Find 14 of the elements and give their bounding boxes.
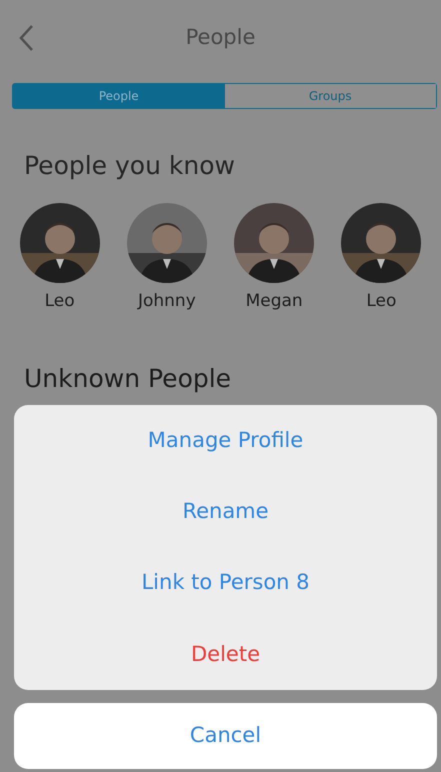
section-heading: People you know	[24, 151, 235, 180]
screen-title: People	[186, 24, 256, 52]
person-name: Megan	[246, 290, 303, 312]
sheet-action[interactable]: Link to Person 8	[14, 548, 437, 619]
person-name: Johnny	[138, 290, 196, 312]
section-heading: Unknown People	[24, 364, 232, 393]
delete-action[interactable]: Delete	[14, 618, 437, 690]
back-icon[interactable]	[18, 24, 34, 52]
sheet-action[interactable]: Manage Profile	[14, 405, 437, 476]
segment-tab[interactable]: People	[13, 84, 224, 108]
cancel-button[interactable]: Cancel	[14, 703, 437, 769]
person-name: Leo	[366, 290, 396, 312]
person-name: Leo	[44, 290, 75, 312]
sheet-action[interactable]: Rename	[14, 476, 437, 548]
